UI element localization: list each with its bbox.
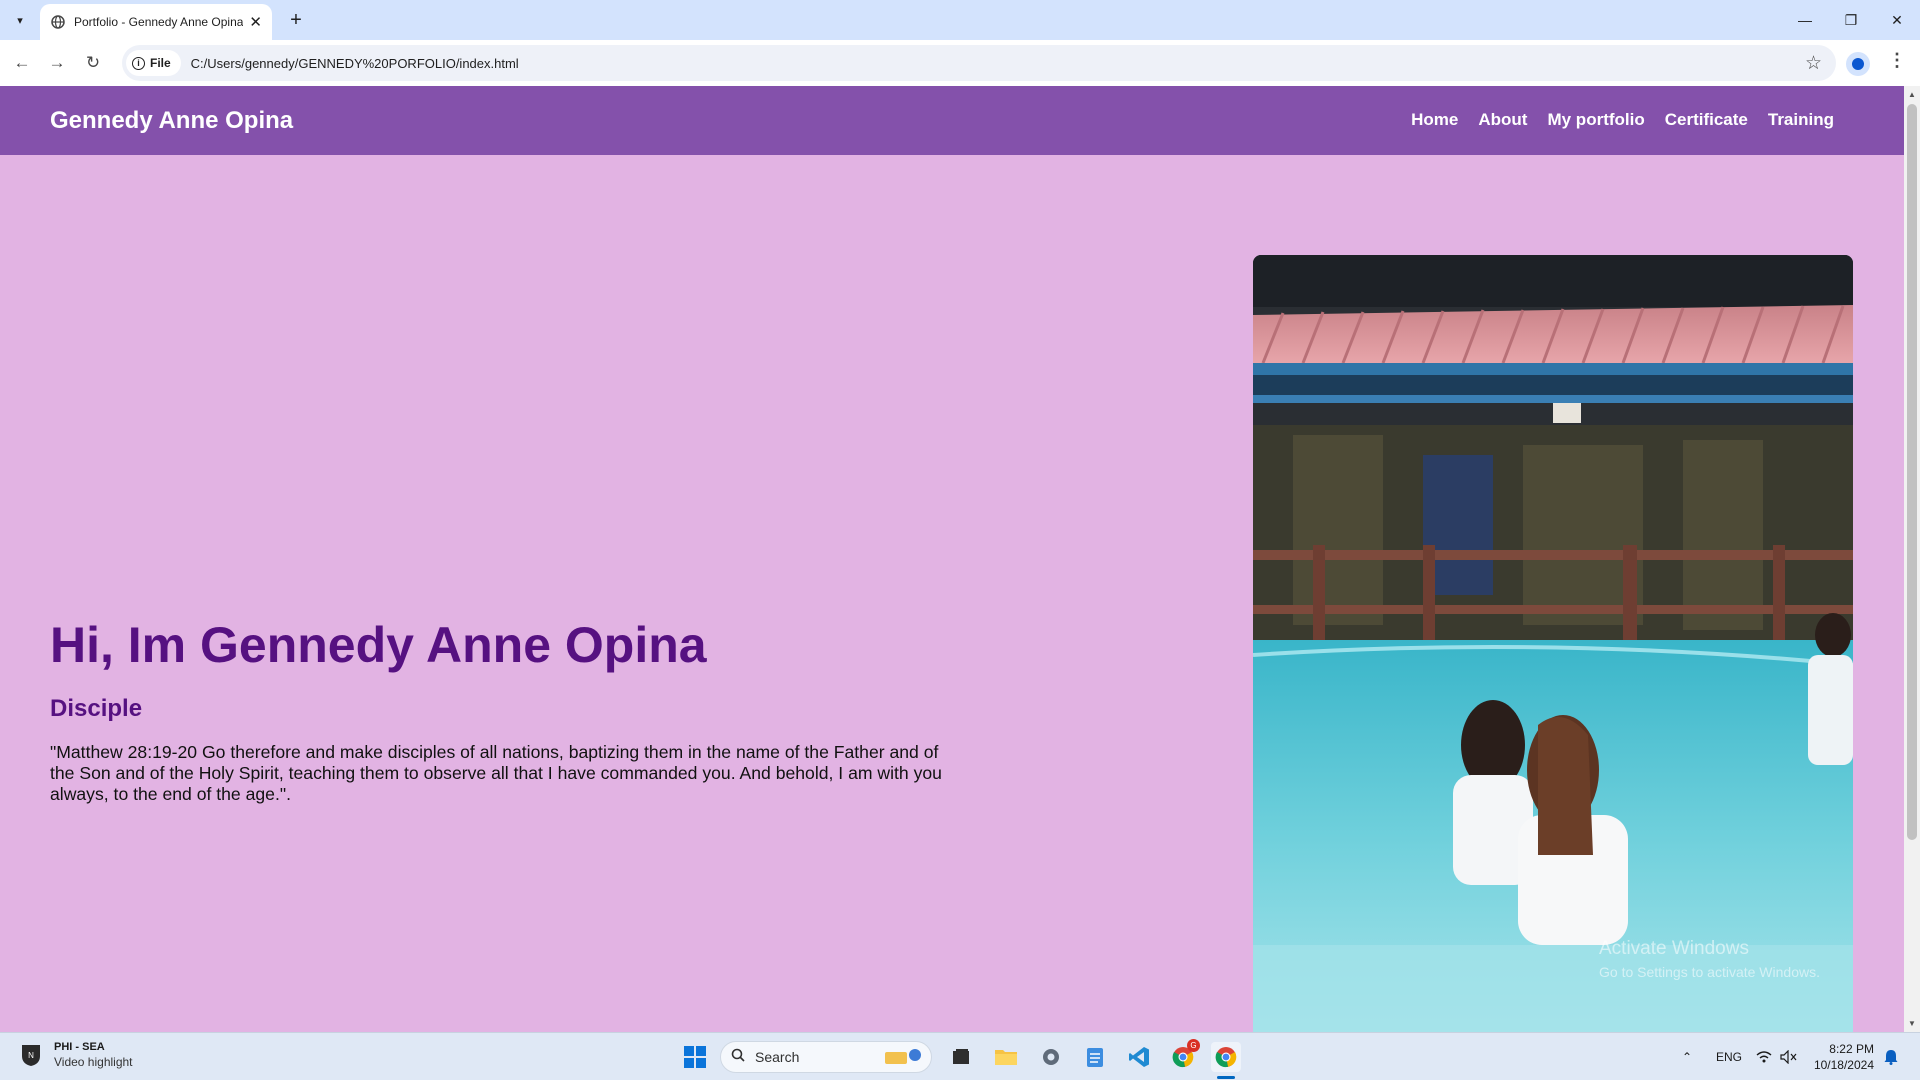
notification-bell-icon[interactable] (1884, 1033, 1898, 1080)
active-app-indicator (1217, 1076, 1235, 1079)
site-chip-label: File (150, 56, 171, 70)
scroll-thumb[interactable] (1907, 104, 1917, 840)
clock-date: 10/18/2024 (1813, 1058, 1874, 1072)
nav-link-certificate[interactable]: Certificate (1665, 110, 1748, 130)
address-bar[interactable]: i File C:/Users/gennedy/GENNEDY%20PORFOL… (122, 45, 1836, 81)
search-icon (731, 1048, 745, 1067)
file-explorer-icon[interactable] (991, 1042, 1021, 1072)
language-indicator[interactable]: ENG (1716, 1033, 1742, 1080)
active-tab[interactable]: Portfolio - Gennedy Anne Opina ✕ (40, 4, 272, 40)
nav-link-my-portfolio[interactable]: My portfolio (1547, 110, 1644, 130)
widget-title: PHI - SEA (54, 1041, 105, 1053)
hockey-logo-icon: N (22, 1045, 40, 1066)
globe-icon (50, 14, 66, 30)
more-menu-icon[interactable]: ⋮ (1888, 50, 1906, 71)
taskbar-search-box[interactable]: Search (720, 1041, 932, 1073)
profile-avatar-icon[interactable] (1846, 52, 1870, 76)
site-brand[interactable]: Gennedy Anne Opina (50, 107, 293, 135)
scroll-up-icon[interactable]: ▲ (1908, 90, 1916, 99)
baptism-photo (1253, 255, 1853, 1032)
browser-toolbar: ← → ↻ i File C:/Users/gennedy/GENNEDY%20… (0, 40, 1920, 86)
site-info-chip[interactable]: i File (126, 50, 181, 76)
volume-muted-icon[interactable] (1780, 1033, 1798, 1080)
news-widget[interactable]: N PHI - SEA Video highlight (18, 1041, 133, 1069)
watermark-title: Activate Windows (1599, 938, 1749, 959)
widget-subtitle: Video highlight (54, 1055, 133, 1069)
new-tab-button[interactable]: + (282, 6, 310, 34)
task-view-icon[interactable] (946, 1042, 976, 1072)
bookmark-star-icon[interactable]: ☆ (1805, 52, 1822, 75)
nav-link-training[interactable]: Training (1768, 110, 1834, 130)
chrome-badge: G (1187, 1039, 1200, 1052)
close-window-icon[interactable]: ✕ (1874, 0, 1920, 40)
search-highlight-icon (883, 1044, 923, 1071)
hero-quote: "Matthew 28:19-20 Go therefore and make … (50, 742, 942, 804)
nav-link-home[interactable]: Home (1411, 110, 1458, 130)
restore-icon[interactable]: ❐ (1828, 0, 1874, 40)
info-icon: i (132, 56, 145, 70)
vscode-icon[interactable] (1124, 1042, 1154, 1072)
minimize-icon[interactable]: — (1782, 0, 1828, 40)
site-header: Gennedy Anne Opina Home About My portfol… (0, 86, 1904, 155)
chrome-icon[interactable] (1211, 1042, 1241, 1072)
windows-start-icon[interactable] (680, 1042, 710, 1072)
url-text[interactable]: C:/Users/gennedy/GENNEDY%20PORFOLIO/inde… (191, 56, 519, 71)
site-nav: Home About My portfolio Certificate Trai… (1411, 110, 1834, 130)
hero-subtitle: Disciple (50, 695, 143, 722)
nav-link-about[interactable]: About (1478, 110, 1527, 130)
activate-windows-watermark: Activate Windows Go to Settings to activ… (1599, 938, 1820, 980)
show-hidden-icons-chevron-icon[interactable]: ⌃ (1682, 1033, 1692, 1080)
close-tab-icon[interactable]: ✕ (249, 13, 262, 31)
settings-gear-icon[interactable] (1036, 1042, 1066, 1072)
wifi-icon[interactable] (1756, 1033, 1772, 1080)
forward-arrow-icon[interactable]: → (43, 49, 71, 77)
tab-search-chevron-icon[interactable]: ▾ (8, 8, 32, 32)
window-controls: — ❐ ✕ (1782, 0, 1920, 40)
watermark-subtitle: Go to Settings to activate Windows. (1599, 964, 1820, 980)
taskbar-clock[interactable]: 8:22 PM 10/18/2024 (1810, 1041, 1874, 1073)
hero-title: Hi, Im Gennedy Anne Opina (50, 617, 707, 673)
scroll-down-icon[interactable]: ▼ (1908, 1019, 1916, 1028)
tab-title: Portfolio - Gennedy Anne Opina (74, 15, 244, 29)
taskbar: N PHI - SEA Video highlight Search G ⌃ E… (0, 1032, 1920, 1080)
svg-text:N: N (28, 1051, 34, 1060)
search-label: Search (755, 1049, 800, 1065)
back-arrow-icon[interactable]: ← (8, 49, 36, 77)
reload-icon[interactable]: ↻ (79, 49, 107, 77)
chrome-profile-icon[interactable]: G (1168, 1039, 1200, 1072)
clock-time: 8:22 PM (1829, 1042, 1874, 1056)
tab-strip: ▾ Portfolio - Gennedy Anne Opina ✕ + — ❐… (0, 0, 1920, 40)
page-scrollbar[interactable]: ▲ ▼ (1904, 86, 1920, 1032)
notepad-icon[interactable] (1080, 1042, 1110, 1072)
